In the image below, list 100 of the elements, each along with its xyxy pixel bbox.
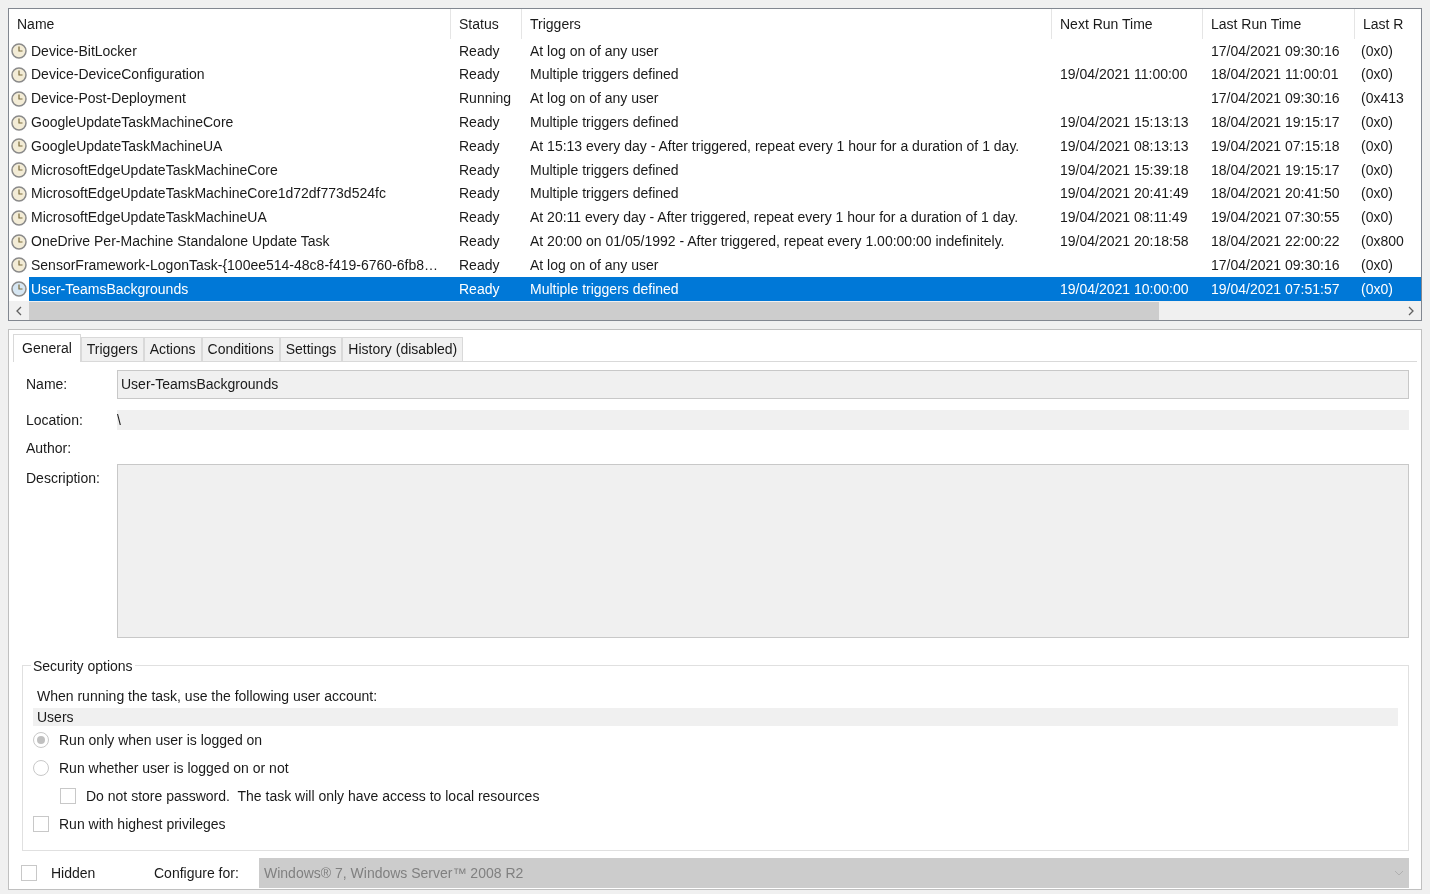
clock-icon <box>11 90 27 107</box>
caret-icon <box>1394 870 1404 876</box>
clock-icon <box>11 209 27 226</box>
table-cell-text: 19/04/2021 07:30:55 <box>1210 208 1341 228</box>
table-cell-text: 19/04/2021 20:41:49 <box>1059 184 1190 204</box>
table-cell-text: Ready <box>458 279 501 299</box>
checkbox[interactable] <box>60 788 76 804</box>
name-field[interactable]: User-TeamsBackgrounds <box>117 369 1409 399</box>
table-cell-text: At log on of any user <box>529 89 660 109</box>
location-field[interactable]: \ <box>117 410 1409 430</box>
checkbox[interactable] <box>33 816 49 832</box>
table-cell-text: 19/04/2021 08:11:49 <box>1059 208 1189 228</box>
description-field[interactable] <box>117 464 1409 638</box>
task-row[interactable]: MicrosoftEdgeUpdateTaskMachineUA Ready At 20:11 every day - After triggered, repeat every 1 hour for a duration of 1 day. 19/04/2021 08:11:49 19/04/2021 07:30:55 (0x0) <box>29 205 1421 230</box>
table-cell-text: Multiple triggers defined <box>529 279 680 299</box>
task-name: GoogleUpdateTaskMachineCore <box>30 113 235 133</box>
column-header[interactable]: Name <box>9 9 451 40</box>
table-cell-text: 19/04/2021 15:13:13 <box>1059 113 1190 133</box>
clock-icon <box>11 233 27 250</box>
field-label: Description: <box>25 469 101 488</box>
table-cell-text: 19/04/2021 15:39:18 <box>1059 160 1190 180</box>
table-cell-text: 17/04/2021 09:30:16 <box>1210 89 1341 109</box>
table-cell-text: (0x0) <box>1360 65 1394 85</box>
task-row[interactable]: GoogleUpdateTaskMachineUA Ready At 15:13 every day - After triggered, repeat every 1 hour for a duration of 1 day. 19/04/2021 08:13:13 19/04/2021 07:15:18 (0x0) <box>29 134 1421 159</box>
task-row[interactable]: MicrosoftEdgeUpdateTaskMachineCore1d72df773d524fc Ready Multiple triggers defined 19/04/2021 20:41:49 18/04/2021 20:41:50 (0x0) <box>29 182 1421 206</box>
table-cell-text: Ready <box>458 160 501 180</box>
table-cell-text: Ready <box>458 113 501 133</box>
table-cell-text: At log on of any user <box>529 41 660 61</box>
clock-icon <box>11 67 27 83</box>
clock-icon <box>11 162 27 179</box>
task-name: MicrosoftEdgeUpdateTaskMachineCore1d72df773d524fc <box>30 184 387 204</box>
checkbox[interactable] <box>21 865 37 881</box>
option-label: Run whether user is logged on or not <box>59 758 289 778</box>
radio-button[interactable] <box>33 760 49 776</box>
column-header[interactable]: Status <box>451 9 522 40</box>
task-name: Device-Post-Deployment <box>30 89 187 109</box>
option-label: Run only when user is logged on <box>59 730 263 750</box>
clock-icon <box>11 281 27 298</box>
task-row[interactable]: User-TeamsBackgrounds Ready Multiple triggers defined 19/04/2021 10:00:00 19/04/2021 07:51:57 (0x0) <box>29 277 1421 302</box>
radio-button[interactable] <box>33 732 49 748</box>
table-cell-text: 18/04/2021 20:41:50 <box>1210 184 1341 204</box>
field-label: Name: <box>25 374 69 394</box>
clock-icon <box>11 185 27 202</box>
tab[interactable]: Actions <box>143 337 202 361</box>
table-cell-text: 19/04/2021 10:00:00 <box>1059 279 1190 299</box>
table-cell-text: (0x0) <box>1360 184 1394 204</box>
tab[interactable]: Conditions <box>201 337 280 361</box>
task-row[interactable]: Device-DeviceConfiguration Ready Multiple triggers defined 19/04/2021 11:00:00 18/04/2021 11:00:01 (0x0) <box>29 63 1421 87</box>
task-row[interactable]: Device-Post-Deployment Running At log on of any user 17/04/2021 09:30:16 (0x413 <box>29 86 1421 111</box>
table-cell-text: Ready <box>458 65 501 85</box>
table-cell-text: Multiple triggers defined <box>529 160 680 180</box>
tab[interactable]: Settings <box>279 337 343 361</box>
table-cell-text: At 20:00 on 01/05/1992 - After triggered, repeat every 1.00:00:00 indefinitely. <box>529 232 1006 252</box>
table-cell-text: (0x0) <box>1360 113 1394 133</box>
tab[interactable]: General <box>13 334 81 362</box>
table-cell-text: Multiple triggers defined <box>529 65 680 85</box>
table-cell-text: At log on of any user <box>529 255 660 275</box>
table-cell-text: 18/04/2021 22:00:22 <box>1210 232 1341 252</box>
column-header[interactable]: Last Run Time <box>1203 9 1355 40</box>
tab[interactable]: History (disabled) <box>342 337 464 361</box>
task-name: MicrosoftEdgeUpdateTaskMachineCore <box>30 160 279 180</box>
table-cell-text: Running <box>458 89 513 109</box>
table-cell-text: (0x800 <box>1360 232 1405 252</box>
table-cell-text: (0x0) <box>1360 279 1394 299</box>
table-cell-text: Ready <box>458 136 501 156</box>
option-label: Run with highest privileges <box>59 814 226 834</box>
option-label: Hidden <box>51 863 97 883</box>
table-cell-text: (0x0) <box>1360 255 1394 275</box>
table-cell-text: 18/04/2021 19:15:17 <box>1210 160 1341 180</box>
table-cell-text: (0x0) <box>1360 136 1394 156</box>
task-name: Device-DeviceConfiguration <box>30 65 206 85</box>
table-cell-text: (0x0) <box>1360 160 1394 180</box>
field-label: Configure for: <box>154 863 240 883</box>
clock-icon <box>11 43 27 60</box>
table-cell-text: Ready <box>458 255 501 275</box>
task-row[interactable]: SensorFramework-LogonTask-{100ee514-48c8-f419-6760-6fb8… Ready At log on of any user 17/04/2021 09:30:16 (0x0) <box>29 253 1421 278</box>
task-row[interactable]: MicrosoftEdgeUpdateTaskMachineCore Ready Multiple triggers defined 19/04/2021 15:39:18 18/04/2021 19:15:17 (0x0) <box>29 158 1421 183</box>
table-cell-text: At 20:11 every day - After triggered, repeat every 1 hour for a duration of 1 day. <box>529 208 1020 228</box>
column-header[interactable]: Last R <box>1355 9 1421 40</box>
table-cell-text: 17/04/2021 09:30:16 <box>1210 255 1341 275</box>
table-cell-text: Ready <box>458 208 501 228</box>
task-row[interactable]: OneDrive Per-Machine Standalone Update Task Ready At 20:00 on 01/05/1992 - After triggered, repeat every 1.00:00:00 indefinitely. 19/04/2021 20:18:58 18/04/2021 22:00:22 (0x800 <box>29 229 1421 254</box>
task-name: OneDrive Per-Machine Standalone Update Task <box>30 232 331 252</box>
table-cell-text: 19/04/2021 11:00:00 <box>1059 65 1189 85</box>
table-cell-text: (0x0) <box>1360 41 1394 61</box>
task-row[interactable]: Device-BitLocker Ready At log on of any user 17/04/2021 09:30:16 (0x0) <box>29 39 1421 64</box>
option-label: Do not store password. The task will only have access to local resources <box>86 786 540 806</box>
scrollbar-thumb[interactable] <box>29 301 1159 320</box>
table-cell-text: Multiple triggers defined <box>529 113 680 133</box>
task-row[interactable]: GoogleUpdateTaskMachineCore Ready Multiple triggers defined 19/04/2021 15:13:13 18/04/2021 19:15:17 (0x0) <box>29 110 1421 135</box>
column-header[interactable]: Triggers <box>522 9 1052 40</box>
table-cell-text: (0x0) <box>1360 208 1394 228</box>
field-label: Location: <box>25 410 84 430</box>
table-cell-text: At 15:13 every day - After triggered, repeat every 1 hour for a duration of 1 day. <box>529 136 1021 156</box>
clock-icon <box>11 257 27 274</box>
dropdown-value: Windows® 7, Windows Server™ 2008 R2 <box>264 863 525 883</box>
column-header[interactable]: Next Run Time <box>1052 9 1203 40</box>
table-cell-text: 19/04/2021 07:15:18 <box>1210 136 1341 156</box>
table-cell-text: 19/04/2021 07:51:57 <box>1210 279 1341 299</box>
tab[interactable]: Triggers <box>80 337 144 361</box>
